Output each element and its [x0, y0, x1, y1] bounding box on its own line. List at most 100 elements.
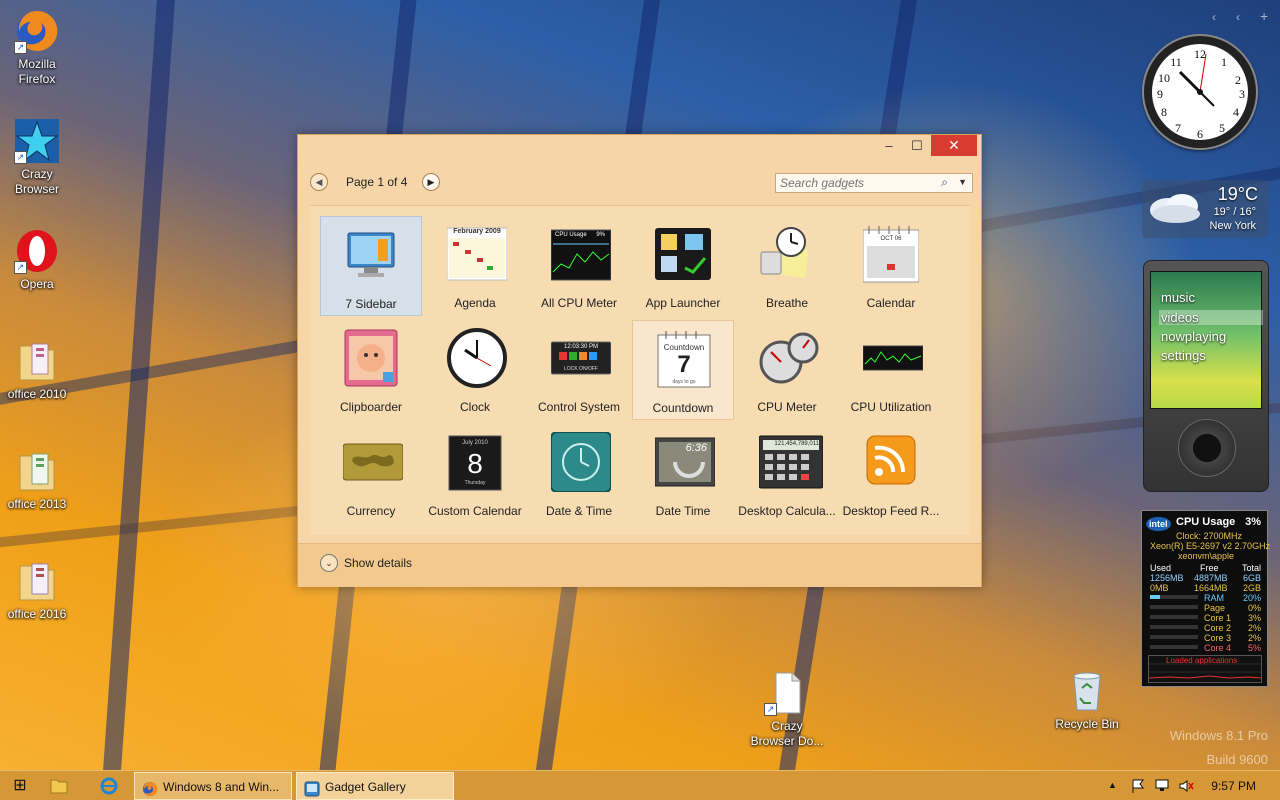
- gadget-7-sidebar[interactable]: 7 Sidebar: [320, 216, 422, 316]
- cpu-model: Xeon(R) E5-2697 v2 2.70GHz: [1150, 541, 1271, 551]
- desktop-icon-opera[interactable]: ↗ Opera: [0, 228, 74, 292]
- mem-header-free: Free: [1200, 563, 1219, 573]
- meter-value-core2: 2%: [1247, 623, 1261, 633]
- calendar-grid-icon: February 2009: [446, 224, 508, 284]
- show-details-link[interactable]: Show details: [344, 556, 412, 570]
- volume-muted-icon[interactable]: [1178, 778, 1194, 799]
- meter-value-core4: 5%: [1247, 643, 1261, 653]
- gadget-desktop-feed-reader[interactable]: Desktop Feed R...: [840, 424, 942, 524]
- prev-page-button[interactable]: ◀: [310, 173, 328, 191]
- chevron-down-icon[interactable]: ⌄: [320, 554, 338, 572]
- gadget-desktop-calculator[interactable]: 121,454,789,011 Desktop Calcula...: [736, 424, 838, 524]
- internet-explorer-icon: [100, 777, 118, 795]
- start-button[interactable]: ⊞: [8, 772, 32, 800]
- meter-value-ram: 20%: [1242, 593, 1261, 603]
- desktop-icon-recycle-bin[interactable]: Recycle Bin: [1050, 668, 1124, 732]
- zune-menu-music[interactable]: music: [1161, 290, 1195, 305]
- show-details-bar: ⌄ Show details: [298, 543, 981, 587]
- network-icon[interactable]: [1154, 778, 1170, 799]
- desktop-icon-office-2016[interactable]: office 2016: [0, 558, 74, 622]
- firefox-icon: ↗: [14, 8, 60, 54]
- folder-icon: [14, 558, 60, 604]
- gadget-calendar[interactable]: OCT 06 Calendar: [840, 216, 942, 316]
- weather-temp: 19°C: [1217, 184, 1258, 204]
- weather-range: 19° / 16°: [1213, 206, 1256, 218]
- gadget-date-time[interactable]: 6:36 Date Time: [632, 424, 734, 524]
- desktop-icon-office-2010[interactable]: office 2010: [0, 338, 74, 402]
- gadget-control-system[interactable]: 12:03:30 PM LOCK ON/OFF Control System: [528, 320, 630, 420]
- file-explorer-pin[interactable]: [50, 772, 74, 800]
- sidebar-add-icon[interactable]: +: [1260, 8, 1268, 24]
- gadget-agenda[interactable]: February 2009 Agenda: [424, 216, 526, 316]
- gadget-cpu-utilization[interactable]: CPU Utilization: [840, 320, 942, 420]
- zune-menu-videos[interactable]: videos: [1159, 310, 1263, 325]
- close-button[interactable]: ✕: [931, 135, 977, 156]
- cpu-graph-icon: CPU Usage 9%: [550, 224, 612, 284]
- meter-bar-core4: [1150, 645, 1198, 649]
- zune-menu-settings[interactable]: settings: [1161, 348, 1206, 363]
- gadget-cpu-meter[interactable]: CPU Meter: [736, 320, 838, 420]
- gadget-clock[interactable]: Clock: [424, 320, 526, 420]
- app-launcher-icon: [655, 224, 711, 284]
- gadget-custom-calendar[interactable]: July 2010 8 Thursday Custom Calendar: [424, 424, 526, 524]
- search-icon[interactable]: ⌕: [941, 175, 948, 190]
- svg-text:9: 9: [1157, 87, 1163, 101]
- taskbar-app-firefox[interactable]: Windows 8 and Win...: [134, 772, 292, 800]
- desktop-icon-crazy-browser-doc[interactable]: ↗ Crazy Browser Do...: [750, 670, 824, 749]
- taskbar-app-gadget-gallery[interactable]: Gadget Gallery: [296, 772, 454, 800]
- mem-row-0-used: 1256MB: [1150, 573, 1184, 583]
- cpu-usage-gadget[interactable]: intel CPU Usage 3% Clock: 2700MHz Xeon(R…: [1141, 510, 1271, 687]
- search-dropdown-icon[interactable]: ▼: [958, 177, 967, 187]
- custom-cal-day: 8: [467, 448, 483, 479]
- gadget-all-cpu-meter[interactable]: CPU Usage 9% All CPU Meter: [528, 216, 630, 316]
- weather-gadget[interactable]: 19°C 19° / 16° New York: [1142, 180, 1268, 238]
- action-center-icon[interactable]: [1130, 778, 1146, 799]
- player-wheel-icon[interactable]: [1178, 419, 1236, 477]
- gadget-countdown[interactable]: Countdown 7 days to go Countdown: [632, 320, 734, 420]
- internet-explorer-pin[interactable]: [100, 772, 124, 800]
- gadget-app-launcher[interactable]: App Launcher: [632, 216, 734, 316]
- next-page-button[interactable]: ▶: [422, 173, 440, 191]
- desktop-icon-firefox[interactable]: ↗ Mozilla Firefox: [0, 8, 74, 87]
- cpu-gadget-pct: 3%: [1245, 516, 1261, 528]
- gadget-clipboarder[interactable]: Clipboarder: [320, 320, 422, 420]
- calendar-icon: OCT 06: [862, 224, 920, 284]
- search-input[interactable]: [776, 174, 926, 192]
- gadget-date-time-clock[interactable]: Date & Time: [528, 424, 630, 524]
- firefox-icon: [142, 779, 158, 796]
- countdown-icon: Countdown 7 days to go: [656, 329, 712, 389]
- countdown-sub: days to go: [672, 379, 696, 385]
- mem-header-used: Used: [1150, 563, 1172, 573]
- svg-text:11: 11: [1170, 55, 1182, 69]
- show-hidden-icons-button[interactable]: ▲: [1108, 780, 1117, 790]
- gadget-breathe[interactable]: Breathe: [736, 216, 838, 316]
- breathe-icon: [759, 224, 815, 284]
- cloud-icon: [1146, 190, 1204, 229]
- search-box: ⌕ ▼: [775, 173, 973, 193]
- custom-calendar-icon: July 2010 8 Thursday: [447, 432, 503, 492]
- media-player-gadget: music videos nowplaying settings: [1143, 260, 1269, 492]
- crazy-browser-icon: ↗: [14, 118, 60, 164]
- clock-gadget[interactable]: 12 1 2 3 4567 8 9 10 11: [1144, 36, 1256, 148]
- mem-row-0-free: 4887MB: [1194, 573, 1228, 583]
- taskbar-clock[interactable]: 9:57 PM: [1211, 779, 1256, 793]
- zune-menu-nowplaying[interactable]: nowplaying: [1161, 329, 1226, 344]
- mem-header-total: Total: [1241, 563, 1261, 573]
- sidebar-nav-icon[interactable]: ‹: [1236, 10, 1240, 24]
- maximize-button[interactable]: ☐: [903, 135, 931, 156]
- clipboarder-icon: [343, 328, 399, 388]
- desktop-icon-crazy-browser[interactable]: ↗ Crazy Browser: [0, 118, 74, 197]
- agenda-month: February 2009: [453, 228, 501, 235]
- meter-value-page: 0%: [1247, 603, 1261, 613]
- calculator-icon: 121,454,789,011: [758, 432, 824, 492]
- custom-cal-weekday: Thursday: [464, 480, 486, 486]
- datetime-digits: 6:36: [685, 442, 707, 454]
- gadget-currency[interactable]: Currency: [320, 424, 422, 524]
- window-titlebar[interactable]: – ☐ ✕: [298, 135, 981, 159]
- taskbar: ⊞ Windows 8 and Win... Gadget Gallery ▲ …: [0, 770, 1280, 800]
- minimize-button[interactable]: –: [875, 135, 903, 156]
- sidebar-prev-icon[interactable]: ‹: [1212, 10, 1216, 24]
- build-watermark: Build 9600: [1206, 752, 1268, 767]
- desktop-icon-office-2013[interactable]: office 2013: [0, 448, 74, 512]
- meter-name-page: Page: [1204, 603, 1226, 613]
